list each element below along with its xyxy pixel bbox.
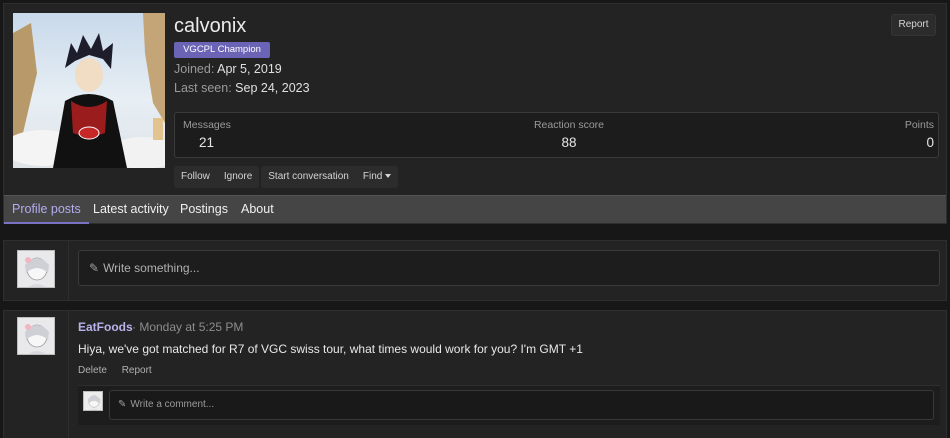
tab-postings[interactable]: Postings — [180, 196, 228, 224]
profile-post: EatFoods · Monday at 5:25 PM Hiya, we've… — [3, 310, 947, 438]
profile-tabs: Profile posts Latest activity Postings A… — [4, 195, 946, 224]
current-user-avatar[interactable] — [17, 250, 55, 288]
find-label: Find — [362, 171, 383, 182]
profile-header: calvonix VGCPL Champion Joined: Apr 5, 2… — [3, 3, 947, 224]
stat-messages[interactable]: Messages 21 — [183, 119, 231, 150]
stat-reaction-label: Reaction score — [533, 119, 605, 131]
last-seen-line: Last seen: Sep 24, 2023 — [174, 81, 310, 95]
post-actions: Delete Report — [78, 365, 164, 376]
user-title-badge: VGCPL Champion — [174, 42, 270, 58]
profile-avatar[interactable] — [13, 13, 165, 168]
tab-latest-activity[interactable]: Latest activity — [93, 196, 169, 224]
write-comment-input[interactable]: ✎ Write a comment... — [109, 390, 934, 420]
comment-placeholder: Write a comment... — [130, 399, 215, 410]
stat-points-label: Points — [904, 119, 934, 131]
follow-ignore-group: Follow Ignore — [174, 166, 260, 188]
post-timestamp[interactable]: · Monday at 5:25 PM — [132, 320, 243, 334]
stat-messages-value: 21 — [199, 135, 215, 150]
profile-username: calvonix — [174, 15, 247, 37]
pencil-icon: ✎ — [118, 399, 127, 410]
joined-value: Apr 5, 2019 — [217, 62, 282, 76]
stat-points-value: 0 — [926, 135, 934, 150]
chevron-down-icon — [385, 174, 392, 179]
post-body: Hiya, we've got matched for R7 of VGC sw… — [78, 342, 583, 356]
pencil-icon: ✎ — [89, 261, 100, 275]
stat-messages-label: Messages — [183, 119, 231, 131]
find-menu-button[interactable]: Find — [356, 166, 398, 188]
last-seen-value: Sep 24, 2023 — [235, 81, 310, 95]
stat-reaction-value: 88 — [561, 135, 577, 150]
profile-post-composer: ✎ Write something... — [3, 240, 947, 301]
start-conversation-button[interactable]: Start conversation — [261, 166, 356, 188]
last-seen-label: Last seen: — [174, 81, 232, 95]
member-action-bar: Follow Ignore Start conversation Find — [174, 166, 400, 188]
post-author-avatar[interactable] — [17, 317, 55, 355]
stat-reaction-score[interactable]: Reaction score 88 — [533, 119, 605, 150]
delete-post-link[interactable]: Delete — [78, 365, 107, 376]
composer-avatar-column — [4, 241, 69, 300]
ignore-button[interactable]: Ignore — [217, 166, 259, 188]
tab-about[interactable]: About — [241, 196, 274, 224]
conversation-find-group: Start conversation Find — [261, 166, 399, 188]
joined-label: Joined: — [174, 62, 215, 76]
report-post-link[interactable]: Report — [122, 365, 152, 376]
stat-points[interactable]: Points 0 — [905, 119, 934, 150]
profile-page: calvonix VGCPL Champion Joined: Apr 5, 2… — [0, 0, 950, 438]
comment-composer: ✎ Write a comment... — [78, 385, 940, 425]
report-profile-button[interactable]: Report — [891, 14, 936, 36]
write-something-input[interactable]: ✎ Write something... — [78, 250, 940, 286]
follow-button[interactable]: Follow — [174, 166, 217, 188]
post-avatar-column — [4, 311, 69, 438]
tab-profile-posts[interactable]: Profile posts — [4, 196, 89, 224]
composer-placeholder: Write something... — [103, 261, 200, 275]
comment-user-avatar[interactable] — [83, 391, 103, 411]
joined-line: Joined: Apr 5, 2019 — [174, 62, 282, 76]
profile-stats: Messages 21 Reaction score 88 Points 0 — [174, 112, 939, 158]
post-author-link[interactable]: EatFoods — [78, 320, 133, 334]
